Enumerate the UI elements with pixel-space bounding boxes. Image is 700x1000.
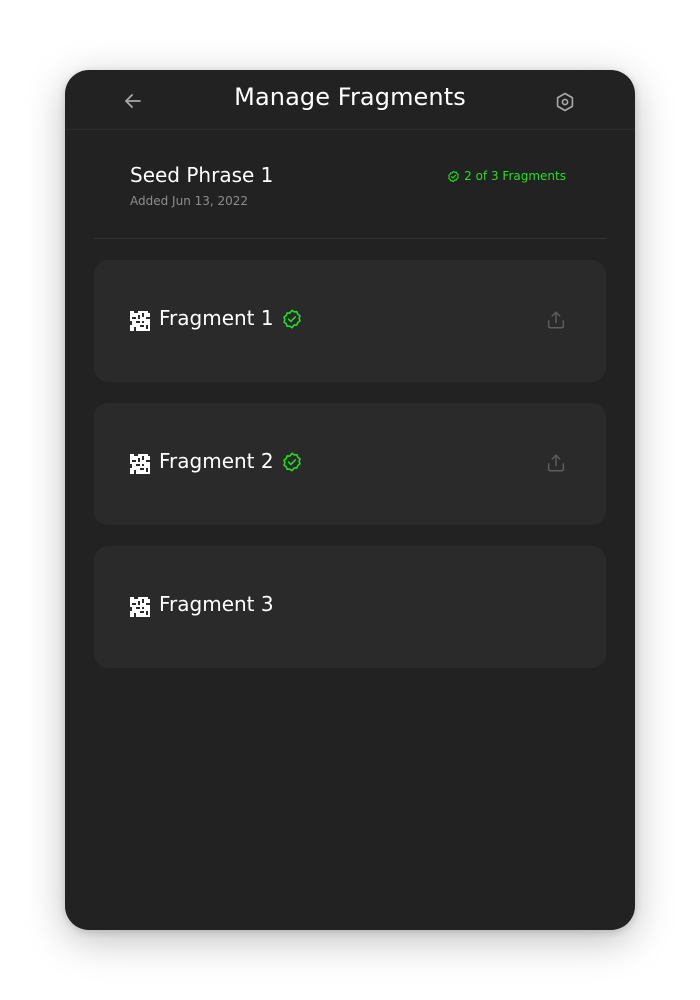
- seed-phrase-title: Seed Phrase 1: [130, 163, 274, 187]
- fragment-card-3[interactable]: Fragment 3: [94, 546, 606, 668]
- share-upload-icon: [547, 454, 565, 472]
- seed-phrase-date: Added Jun 13, 2022: [130, 194, 249, 208]
- fragment-label: Fragment 2: [159, 449, 274, 473]
- fragment-card-2[interactable]: Fragment 2: [94, 403, 606, 525]
- fragment-label: Fragment 1: [159, 306, 274, 330]
- hexagon-gear-icon: [556, 92, 574, 112]
- verified-badge-icon: [448, 170, 459, 182]
- verified-badge-icon: [283, 452, 301, 472]
- share-button[interactable]: [545, 309, 567, 331]
- share-upload-icon: [547, 311, 565, 329]
- settings-button[interactable]: [553, 90, 577, 114]
- page-title: Manage Fragments: [234, 83, 466, 111]
- app-window: Manage Fragments Seed Phrase 1 Added Jun…: [65, 70, 635, 930]
- fragments-status-text: 2 of 3 Fragments: [464, 169, 566, 183]
- seed-phrase-summary: Seed Phrase 1 Added Jun 13, 2022 2 of 3 …: [94, 130, 606, 239]
- qr-code-icon: [130, 454, 150, 474]
- fragments-status-badge: 2 of 3 Fragments: [447, 169, 566, 183]
- qr-code-icon: [130, 311, 150, 331]
- verified-badge-icon: [283, 309, 301, 329]
- top-bar: Manage Fragments: [65, 70, 635, 130]
- qr-code-icon: [130, 597, 150, 617]
- fragment-card-1[interactable]: Fragment 1: [94, 260, 606, 382]
- share-button[interactable]: [545, 452, 567, 474]
- fragment-label: Fragment 3: [159, 592, 274, 616]
